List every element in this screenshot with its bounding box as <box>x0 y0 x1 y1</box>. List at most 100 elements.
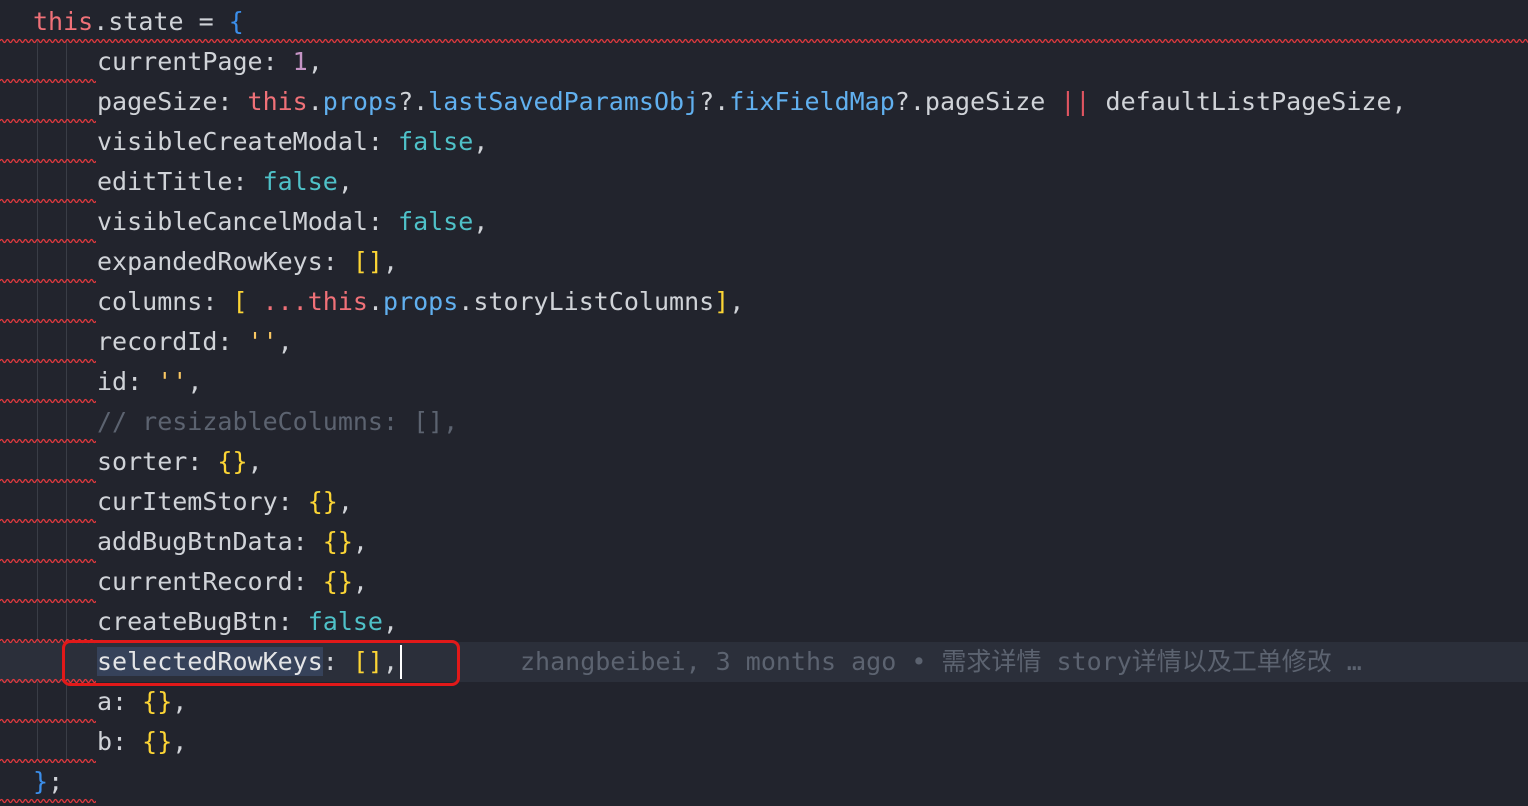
error-squiggle <box>0 478 96 484</box>
code-token: ?. <box>699 87 730 116</box>
code-token: , <box>247 447 263 476</box>
code-token: ... <box>247 287 308 316</box>
code-line[interactable]: b: {}, <box>0 722 1528 762</box>
error-squiggle <box>0 798 96 804</box>
code-token: currentPage: <box>97 47 293 76</box>
code-line[interactable]: sorter: {}, <box>0 442 1528 482</box>
code-token: , <box>473 127 489 156</box>
code-line-content: a: {}, <box>97 682 187 722</box>
code-token: b: <box>97 727 143 756</box>
code-token: pageSize: <box>97 87 248 116</box>
code-token: , <box>352 527 368 556</box>
code-token: {} <box>307 487 338 516</box>
code-token: {} <box>322 567 353 596</box>
code-token: , <box>337 487 353 516</box>
code-line[interactable]: }; <box>0 762 1528 802</box>
code-token: a: <box>97 687 143 716</box>
code-token: , <box>172 727 188 756</box>
code-line[interactable]: pageSize: this.props?.lastSavedParamsObj… <box>0 82 1528 122</box>
code-token: {} <box>217 447 248 476</box>
code-line[interactable]: visibleCancelModal: false, <box>0 202 1528 242</box>
code-token: , <box>277 327 293 356</box>
code-editor[interactable]: this.state = {currentPage: 1, pageSize: t… <box>0 0 1528 806</box>
code-line[interactable]: curItemStory: {}, <box>0 482 1528 522</box>
code-token: visibleCancelModal: <box>97 207 399 236</box>
code-line[interactable]: currentRecord: {}, <box>0 562 1528 602</box>
code-token: false <box>398 207 474 236</box>
error-squiggle <box>0 118 96 124</box>
code-token: [] <box>352 247 383 276</box>
code-line[interactable]: columns: [ ...this.props.storyListColumn… <box>0 282 1528 322</box>
code-token: defaultListPageSize, <box>1090 87 1407 116</box>
code-token: lastSavedParamsObj <box>428 87 700 116</box>
code-token: '' <box>157 367 188 396</box>
code-line[interactable]: expandedRowKeys: [], <box>0 242 1528 282</box>
code-token: ?. <box>398 87 429 116</box>
code-line-content: this.state = { <box>33 2 244 42</box>
error-squiggle <box>0 38 1528 44</box>
code-token: , <box>382 607 399 636</box>
code-line[interactable]: recordId: '', <box>0 322 1528 362</box>
code-token: this <box>33 7 94 36</box>
code-line-content: addBugBtnData: {}, <box>97 522 368 562</box>
code-token: createBugBtn: <box>97 607 308 636</box>
code-line-content: visibleCancelModal: false, <box>97 202 488 242</box>
code-token: false <box>262 167 338 196</box>
code-line[interactable]: visibleCreateModal: false, <box>0 122 1528 162</box>
code-line-content: expandedRowKeys: [], <box>97 242 398 282</box>
code-token: {} <box>142 727 173 756</box>
code-token: visibleCreateModal: <box>97 127 399 156</box>
code-token: .state = <box>93 7 229 36</box>
code-line-content: visibleCreateModal: false, <box>97 122 488 162</box>
code-line[interactable]: id: '', <box>0 362 1528 402</box>
code-token: fixFieldMap <box>729 87 895 116</box>
code-token: editTitle: <box>97 167 263 196</box>
code-line[interactable]: addBugBtnData: {}, <box>0 522 1528 562</box>
code-token: .storyListColumns <box>458 287 715 316</box>
code-token: props <box>322 87 399 116</box>
code-line-content: currentRecord: {}, <box>97 562 368 602</box>
code-token: , <box>382 247 399 276</box>
code-token: , <box>337 167 353 196</box>
code-token: addBugBtnData: <box>97 527 323 556</box>
code-token: || <box>1060 87 1091 116</box>
error-squiggle <box>0 198 96 204</box>
code-line-content: createBugBtn: false, <box>97 602 398 642</box>
code-token: ; <box>48 767 64 796</box>
code-line[interactable]: editTitle: false, <box>0 162 1528 202</box>
code-line[interactable]: this.state = { <box>0 2 1528 42</box>
code-token: recordId: <box>97 327 248 356</box>
error-squiggle <box>0 318 96 324</box>
code-line[interactable]: currentPage: 1, <box>0 42 1528 82</box>
code-token: sorter: <box>97 447 218 476</box>
code-line[interactable]: a: {}, <box>0 682 1528 722</box>
code-token: . <box>307 87 323 116</box>
error-squiggle <box>0 398 96 404</box>
code-token: , <box>172 687 188 716</box>
error-squiggle <box>0 78 96 84</box>
code-line-content: id: '', <box>97 362 202 402</box>
code-token: ?. <box>894 87 925 116</box>
code-token: , <box>187 367 203 396</box>
code-line-content: }; <box>33 762 63 802</box>
code-line-content: columns: [ ...this.props.storyListColumn… <box>97 282 744 322</box>
code-line-content: currentPage: 1, <box>97 42 323 82</box>
code-token: , <box>473 207 489 236</box>
code-line-content: recordId: '', <box>97 322 293 362</box>
code-line[interactable]: createBugBtn: false, <box>0 602 1528 642</box>
code-line-content: editTitle: false, <box>97 162 353 202</box>
code-token: , <box>307 47 323 76</box>
error-squiggle <box>0 278 96 284</box>
code-token: expandedRowKeys: <box>97 247 353 276</box>
code-token: curItemStory: <box>97 487 308 516</box>
code-line[interactable]: // resizableColumns: [], <box>0 402 1528 442</box>
code-token: , <box>729 287 745 316</box>
code-token: false <box>398 127 474 156</box>
error-squiggle <box>0 718 96 724</box>
error-squiggle <box>0 518 96 524</box>
code-token: currentRecord: <box>97 567 323 596</box>
code-token: { <box>228 7 244 36</box>
code-token: '' <box>247 327 278 356</box>
code-token: [ <box>232 287 248 316</box>
code-token: this <box>307 287 368 316</box>
